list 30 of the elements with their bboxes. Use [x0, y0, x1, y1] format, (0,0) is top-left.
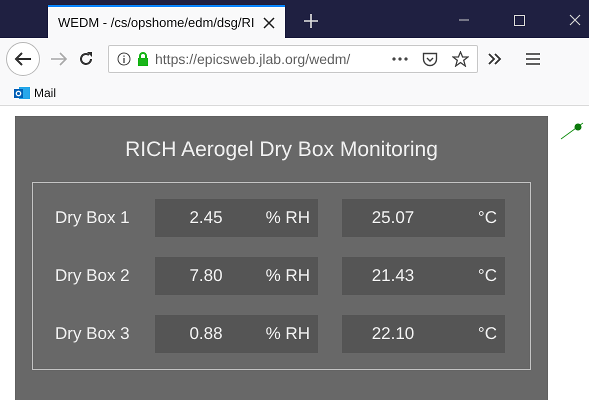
line-handle-icon — [560, 122, 584, 140]
reload-icon[interactable] — [78, 51, 94, 67]
overflow-icon[interactable] — [488, 53, 502, 65]
humidity-readout: 2.45 % RH — [155, 199, 318, 237]
browser-tab[interactable]: WEDM - /cs/opshome/edm/dsg/RI — [48, 5, 285, 38]
humidity-readout: 0.88 % RH — [155, 315, 318, 353]
temperature-readout: 22.10 °C — [342, 315, 505, 353]
address-bar[interactable]: https://epicsweb.jlab.org/wedm/ — [108, 45, 478, 73]
close-icon[interactable] — [263, 16, 275, 28]
info-icon[interactable] — [117, 52, 131, 66]
bookmark-item[interactable]: Mail — [14, 86, 56, 100]
more-icon[interactable] — [392, 57, 408, 61]
back-icon — [14, 51, 32, 67]
box-label: Dry Box 3 — [54, 324, 131, 344]
new-tab-icon[interactable] — [303, 13, 319, 29]
pocket-icon[interactable] — [422, 52, 438, 66]
back-button[interactable] — [6, 42, 40, 76]
tab-title: WEDM - /cs/opshome/edm/dsg/RI — [58, 15, 255, 30]
box-label: Dry Box 2 — [54, 266, 131, 286]
star-icon[interactable] — [452, 51, 469, 67]
temperature-readout: 21.43 °C — [342, 257, 505, 295]
box-label: Dry Box 1 — [54, 208, 131, 228]
maximize-icon[interactable] — [514, 14, 525, 26]
humidity-readout: 7.80 % RH — [155, 257, 318, 295]
mail-app-icon — [14, 86, 30, 100]
url-text: https://epicsweb.jlab.org/wedm/ — [155, 51, 350, 67]
panel-title: RICH Aerogel Dry Box Monitoring — [124, 138, 439, 162]
padlock-icon — [137, 52, 149, 66]
temperature-readout: 25.07 °C — [342, 199, 505, 237]
menu-icon[interactable] — [526, 53, 540, 65]
